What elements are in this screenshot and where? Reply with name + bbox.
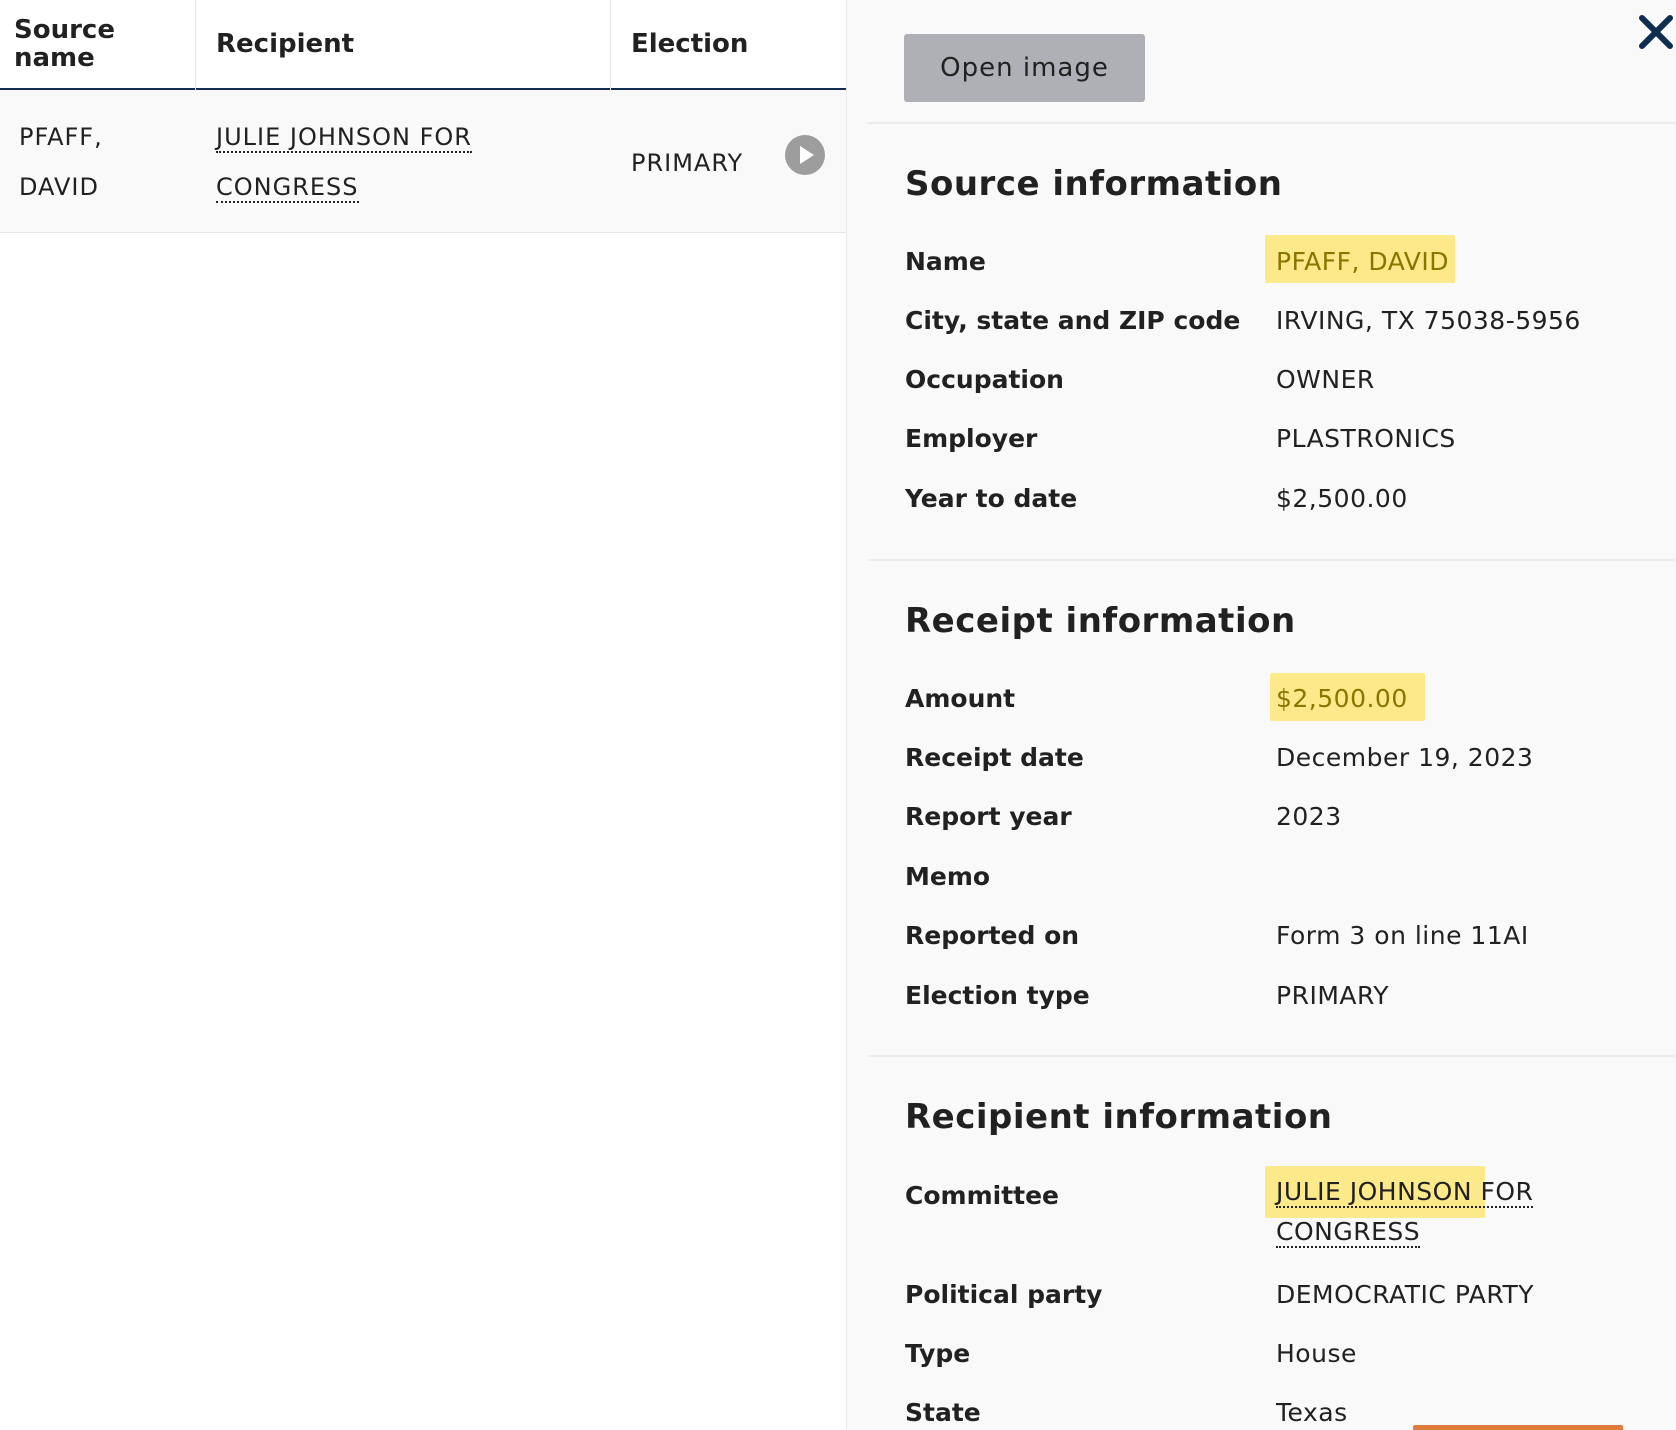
value-receipt-date: December 19, 2023: [1276, 743, 1534, 772]
close-icon[interactable]: [1634, 10, 1676, 54]
header-text: Recipient: [216, 29, 355, 59]
label-election-type: Election type: [905, 981, 1090, 1010]
recipient-link[interactable]: CONGRESS: [216, 173, 359, 203]
value-employer: PLASTRONICS: [1276, 424, 1456, 453]
label-type: Type: [905, 1339, 971, 1368]
cell-election: PRIMARY: [631, 149, 744, 177]
value-type: House: [1276, 1339, 1357, 1368]
header-text: Election: [631, 29, 749, 59]
table-row[interactable]: PFAFF, DAVID JULIE JOHNSON FOR CONGRESS …: [0, 90, 846, 233]
value-name: PFAFF, DAVID: [1276, 247, 1449, 276]
label-reported-on: Reported on: [905, 921, 1080, 950]
receipt-info-title: Receipt information: [905, 601, 1296, 641]
cell-source-name: PFAFF, DAVID: [19, 112, 179, 212]
cell-text: PFAFF,: [19, 123, 103, 151]
column-header-election[interactable]: Election: [631, 0, 831, 88]
label-employer: Employer: [905, 424, 1038, 453]
label-state: State: [905, 1398, 981, 1427]
play-circle-icon[interactable]: [785, 135, 825, 175]
recipient-link[interactable]: JULIE JOHNSON FOR: [216, 123, 472, 153]
value-city-state-zip: IRVING, TX 75038-5956: [1276, 306, 1581, 335]
label-name: Name: [905, 247, 986, 276]
value-year-to-date: $2,500.00: [1276, 484, 1408, 513]
label-city-state-zip: City, state and ZIP code: [905, 306, 1241, 335]
header-text: name: [14, 43, 95, 73]
cell-text: DAVID: [19, 173, 99, 201]
value-political-party: DEMOCRATIC PARTY: [1276, 1280, 1534, 1309]
value-committee: JULIE JOHNSON FOR CONGRESS: [1276, 1172, 1534, 1252]
recipient-info-title: Recipient information: [905, 1097, 1333, 1137]
column-header-recipient[interactable]: Recipient: [216, 0, 606, 88]
value-report-year: 2023: [1276, 802, 1342, 831]
table-header: Source name Recipient Election: [0, 0, 846, 90]
feedback-tab[interactable]: [1413, 1425, 1623, 1430]
value-occupation: OWNER: [1276, 365, 1375, 394]
results-table: Source name Recipient Election PFAFF, DA…: [0, 0, 846, 1430]
label-occupation: Occupation: [905, 365, 1064, 394]
value-amount: $2,500.00: [1276, 684, 1408, 713]
label-receipt-date: Receipt date: [905, 743, 1084, 772]
label-memo: Memo: [905, 862, 991, 891]
committee-link[interactable]: CONGRESS: [1276, 1217, 1421, 1248]
page: Source name Recipient Election PFAFF, DA…: [0, 0, 1676, 1430]
committee-link[interactable]: JULIE JOHNSON FOR: [1276, 1177, 1534, 1208]
label-report-year: Report year: [905, 802, 1072, 831]
column-header-source-name[interactable]: Source name: [14, 0, 194, 88]
label-amount: Amount: [905, 684, 1016, 713]
section-divider: [868, 122, 1676, 124]
source-info-title: Source information: [905, 164, 1283, 204]
header-text: Source: [14, 15, 115, 45]
label-committee: Committee: [905, 1181, 1060, 1210]
section-divider: [868, 559, 1676, 561]
label-political-party: Political party: [905, 1280, 1103, 1309]
detail-panel: Open image Source information Name PFAFF…: [846, 0, 1676, 1430]
section-divider: [868, 1055, 1676, 1057]
value-state: Texas: [1276, 1398, 1348, 1427]
label-year-to-date: Year to date: [905, 484, 1078, 513]
cell-recipient: JULIE JOHNSON FOR CONGRESS: [216, 112, 556, 212]
open-image-button[interactable]: Open image: [904, 34, 1145, 102]
value-election-type: PRIMARY: [1276, 981, 1390, 1010]
value-reported-on: Form 3 on line 11AI: [1276, 921, 1529, 950]
